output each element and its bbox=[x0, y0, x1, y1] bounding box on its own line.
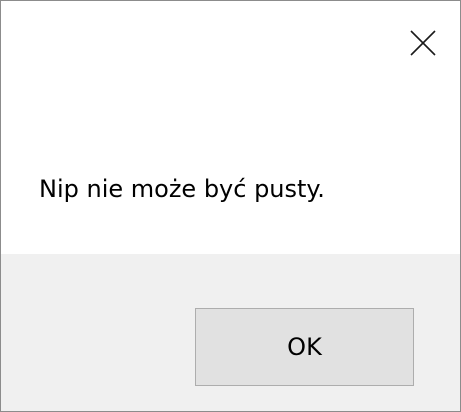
dialog-message: Nip nie może być pusty. bbox=[39, 175, 325, 203]
close-button[interactable] bbox=[403, 23, 443, 63]
close-icon bbox=[410, 30, 436, 56]
message-dialog: Nip nie może być pusty. OK bbox=[0, 0, 461, 412]
ok-button[interactable]: OK bbox=[195, 308, 414, 386]
